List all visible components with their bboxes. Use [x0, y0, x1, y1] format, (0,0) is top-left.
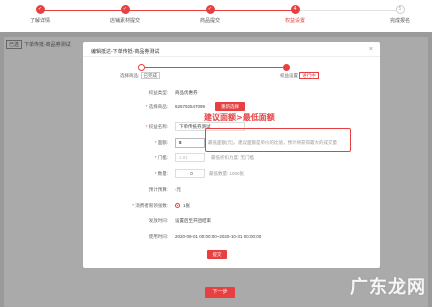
watermark: 广东龙网: [350, 277, 426, 298]
limit-option[interactable]: 1张: [183, 203, 190, 209]
edit-modal: 编辑抵达-下单传抵-商品券测试 × 选择商品: 已完成 权益设置 进行中 权益类…: [83, 42, 380, 268]
quantity-label: * 数量:: [154, 171, 168, 176]
row-limit: * 消费者限领张数: 1张: [83, 201, 380, 211]
goods-id: 626792547099: [175, 104, 206, 109]
step-check-icon: ✓: [120, 5, 130, 14]
annotation-box: [205, 128, 351, 152]
progress-line-done: [40, 10, 295, 11]
step-label: 权益设置: [284, 18, 305, 24]
step-number: 4: [290, 5, 300, 14]
step-5: 5 完成报名: [370, 5, 430, 24]
row-issue-time: 发放时间: 设置后至开团结束: [83, 216, 380, 226]
budget-label: 预计预算:: [148, 187, 168, 192]
substep-benefit: 权益设置 进行中: [280, 72, 319, 79]
step-label: 商品提交: [199, 18, 220, 24]
substep-goods-tag: 已完成: [140, 72, 161, 79]
row-threshold: * 门槛: 1.01 最低折扣力度: 无门槛: [83, 153, 380, 163]
substep-benefit-label: 权益设置: [280, 73, 298, 78]
step-3: ✓ 商品提交: [180, 5, 240, 24]
budget-value: -元: [175, 187, 181, 192]
substep-goods-label: 选择商品:: [120, 73, 140, 78]
face-value-input[interactable]: 8: [175, 138, 205, 148]
step-label: 店铺素材提交: [109, 18, 140, 24]
annotation-text: 建议面额>最低面额: [204, 113, 275, 122]
background-title: 已选 下单传抵-商品券测试: [6, 40, 71, 49]
modal-title: 编辑抵达-下单传抵-商品券测试: [91, 49, 160, 55]
substep-dot-benefit: [283, 64, 290, 71]
step-check-icon: ✓: [35, 5, 45, 14]
next-step-button[interactable]: 下一步: [205, 287, 235, 298]
use-time-value: 2020-09-01 00:00:00~2020-10-31 00:00:00: [175, 234, 262, 239]
select-goods-label: * 选择商品:: [145, 104, 168, 109]
step-2: ✓ 店铺素材提交: [95, 5, 155, 24]
quantity-hint: 最低数量: 1000张: [209, 171, 245, 176]
row-budget: 预计预算: -元: [83, 185, 380, 195]
step-check-icon: ✓: [205, 5, 215, 14]
threshold-hint: 最低折扣力度: 无门槛: [211, 155, 254, 160]
row-benefit-type: 权益类型: 商品优惠券: [83, 88, 380, 98]
step-number: 5: [395, 5, 405, 14]
threshold-label: * 门槛:: [154, 155, 168, 160]
limit-radio[interactable]: [175, 203, 180, 208]
issue-time-label: 发放时间:: [148, 218, 168, 223]
benefit-name-label: * 权益名称:: [145, 124, 168, 129]
benefit-type-value: 商品优惠券: [175, 90, 198, 95]
substep-dot-goods: [138, 64, 145, 71]
substep-line: [145, 67, 283, 68]
quantity-input[interactable]: 0: [175, 169, 205, 178]
submit-button[interactable]: 提交: [207, 250, 227, 259]
threshold-input[interactable]: 1.01: [175, 153, 205, 162]
reselect-button[interactable]: 重新选择: [215, 102, 245, 111]
face-value-label: * 面额:: [154, 140, 168, 145]
progress-steps: ✓ 了解详情 ✓ 店铺素材提交 ✓ 商品提交 4 权益设置 5 完成报名: [0, 0, 432, 32]
background-tag: 已选: [6, 40, 23, 49]
use-time-label: 使用时间:: [148, 234, 168, 239]
background-title-text: 下单传抵-商品券测试: [24, 42, 71, 48]
issue-time-value: 设置后至开团结束: [175, 218, 211, 223]
limit-label: * 消费者限领张数:: [132, 203, 168, 208]
benefit-type-label: 权益类型:: [148, 90, 168, 95]
step-label: 了解详情: [29, 18, 50, 24]
substep-goods: 选择商品: 已完成: [120, 72, 161, 79]
step-label: 完成报名: [389, 18, 410, 24]
substep-benefit-tag: 进行中: [299, 72, 319, 79]
row-select-goods: * 选择商品: 626792547099 重新选择: [83, 102, 380, 112]
modal-divider: [83, 56, 380, 57]
close-icon[interactable]: ×: [369, 46, 373, 53]
step-4: 4 权益设置: [265, 5, 325, 24]
step-1: ✓ 了解详情: [10, 5, 70, 24]
row-quantity: * 数量: 0 最低数量: 1000张: [83, 169, 380, 179]
row-use-time: 使用时间: 2020-09-01 00:00:00~2020-10-31 00:…: [83, 232, 380, 242]
